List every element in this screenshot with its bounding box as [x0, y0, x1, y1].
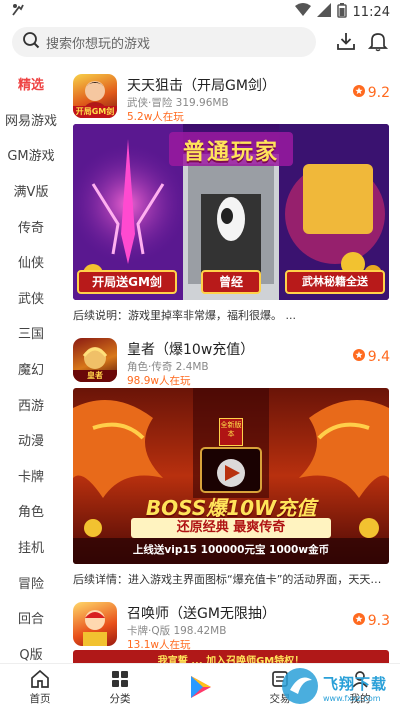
nav-category[interactable]: 分类	[80, 664, 160, 711]
sidebar-item-full-vip[interactable]: 满V版	[0, 173, 62, 209]
game-title: 皇者（爆10w充值）	[127, 342, 255, 358]
nav-home[interactable]: 首页	[0, 664, 80, 711]
sidebar-item-adventure[interactable]: 冒险	[0, 564, 62, 600]
game-icon-label: 开局GM剑	[73, 106, 117, 118]
search-input[interactable]: 搜索你想玩的游戏	[12, 27, 316, 57]
game-banner[interactable]: 全新版本 BOSS爆10W充值 还原经典 最爽传奇 上线送vip15 10000…	[73, 388, 389, 564]
game-description: 后续详情：进入游戏主界面图标“爆充值卡”的活动界面，天天打B...	[73, 573, 389, 586]
banner-strip: 我宣誓 ... 加入召唤师GM特权！	[157, 656, 305, 663]
game-icon[interactable]: 皇者	[73, 338, 117, 382]
sidebar-item-journey-west[interactable]: 西游	[0, 386, 62, 422]
banner-subline: 还原经典 最爽传奇	[131, 518, 331, 538]
rating: 9.2	[352, 85, 390, 101]
sidebar-item-legend[interactable]: 传奇	[0, 208, 62, 244]
sidebar-item-netease[interactable]: 网易游戏	[0, 102, 62, 138]
rating: 9.3	[352, 613, 390, 629]
rating-value: 9.3	[367, 613, 390, 629]
game-card[interactable]: 召唤师（送GM无限抽） 卡牌·Q版 198.42MB 13.1w人在玩 9.3 …	[62, 598, 400, 663]
banner-tag: 武林秘籍全送	[285, 270, 385, 294]
sidebar-item-featured[interactable]: 精选	[0, 66, 62, 102]
game-list: 开局GM剑 天天狙击（开局GM剑） 武侠·冒险 319.96MB 5.2w人在玩…	[62, 66, 400, 663]
sidebar-item-three-kingdoms[interactable]: 三国	[0, 315, 62, 351]
banner-headline: BOSS爆10W充值	[145, 496, 317, 520]
game-banner[interactable]: 普通玩家 开局送GM剑 曾经 武林秘籍全送	[73, 124, 389, 300]
game-icon-label: 皇者	[73, 370, 117, 382]
game-icon[interactable]	[73, 602, 117, 646]
nav-home-label: 首页	[29, 693, 51, 705]
bell-icon[interactable]	[365, 28, 391, 54]
game-card[interactable]: 开局GM剑 天天狙击（开局GM剑） 武侠·冒险 319.96MB 5.2w人在玩…	[62, 70, 400, 324]
category-sidebar: 精选 网易游戏 GM游戏 满V版 传奇 仙侠 武侠 三国 魔幻 西游 动漫 卡牌…	[0, 66, 62, 663]
grid-icon	[110, 669, 130, 689]
watermark-text: 飞翔下载	[323, 675, 388, 693]
watermark-url: www.fxxz.com	[323, 694, 381, 703]
status-bar: 11:24	[0, 0, 400, 24]
search-icon	[22, 31, 40, 53]
sidebar-item-rpg[interactable]: 角色	[0, 493, 62, 529]
game-meta: 角色·传奇 2.4MB	[127, 361, 209, 373]
game-description: 后续说明：游戏里掉率非常爆，福利很爆。 ...	[73, 309, 296, 322]
search-row: 搜索你想玩的游戏	[0, 26, 400, 58]
game-title: 天天狙击（开局GM剑）	[127, 78, 276, 94]
game-meta: 卡牌·Q版 198.42MB	[127, 625, 227, 637]
play-logo-icon	[186, 673, 214, 701]
rating-value: 9.4	[367, 349, 390, 365]
sidebar-item-wuxia[interactable]: 武侠	[0, 280, 62, 316]
game-banner[interactable]: 我宣誓 ... 加入召唤师GM特权！	[73, 650, 389, 663]
clock-time: 11:24	[352, 4, 390, 20]
game-players: 5.2w人在玩	[127, 111, 184, 123]
banner-seal: 全新版本	[219, 418, 243, 446]
watermark-logo-icon	[280, 666, 320, 710]
game-card[interactable]: 皇者 皇者（爆10w充值） 角色·传奇 2.4MB 98.9w人在玩 9.4 全…	[62, 334, 400, 598]
sidebar-item-card[interactable]: 卡牌	[0, 458, 62, 494]
rating-value: 9.2	[367, 85, 390, 101]
sidebar-item-anime[interactable]: 动漫	[0, 422, 62, 458]
banner-headline: 普通玩家	[182, 140, 279, 165]
sidebar-item-gm[interactable]: GM游戏	[0, 137, 62, 173]
game-players: 98.9w人在玩	[127, 375, 191, 387]
banner-strip: 上线送vip15 100000元宝 1000w金币	[132, 544, 330, 556]
sidebar-item-xianxia[interactable]: 仙侠	[0, 244, 62, 280]
star-icon	[352, 349, 365, 365]
nav-play[interactable]	[160, 664, 240, 711]
sidebar-item-idle[interactable]: 挂机	[0, 529, 62, 565]
watermark: 飞翔下载 www.fxxz.com	[280, 666, 398, 710]
rating: 9.4	[352, 349, 390, 365]
sidebar-item-turn-based[interactable]: 回合	[0, 600, 62, 636]
game-icon[interactable]: 开局GM剑	[73, 74, 117, 118]
signal-icon	[316, 3, 331, 21]
battery-icon	[336, 2, 347, 22]
game-title: 召唤师（送GM无限抽）	[127, 606, 276, 622]
search-placeholder: 搜索你想玩的游戏	[46, 36, 151, 52]
star-icon	[352, 613, 365, 629]
download-icon[interactable]	[333, 28, 359, 54]
star-icon	[352, 85, 365, 101]
banner-tag: 曾经	[201, 270, 261, 294]
notification-icon	[10, 2, 26, 22]
sidebar-item-fantasy[interactable]: 魔幻	[0, 351, 62, 387]
game-meta: 武侠·冒险 319.96MB	[127, 97, 229, 109]
nav-category-label: 分类	[109, 693, 131, 705]
wifi-icon	[294, 3, 311, 21]
banner-tag: 开局送GM剑	[77, 270, 177, 294]
home-icon	[30, 669, 50, 689]
